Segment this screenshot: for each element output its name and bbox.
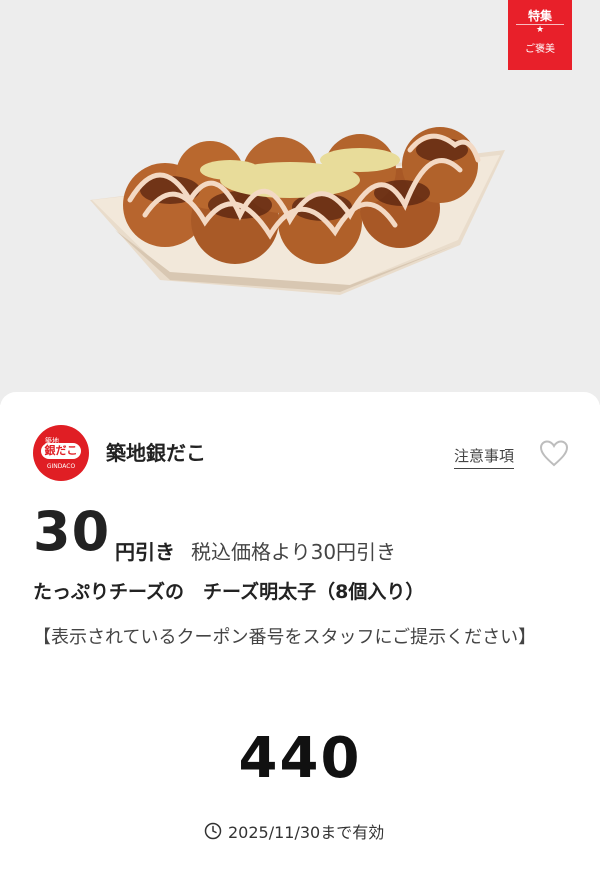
ribbon-top-label: 特集 — [527, 9, 552, 23]
store-name: 築地銀だこ — [106, 441, 206, 465]
discount-unit: 円引き — [115, 540, 175, 564]
star-icon: ★ — [535, 25, 545, 35]
ribbon-bottom-label: ご褒美 — [525, 44, 555, 55]
expiry: 2025/11/30まで有効 — [204, 819, 384, 843]
product-title: たっぷりチーズの チーズ明太子（8個入り） — [33, 581, 425, 603]
notes-link[interactable]: 注意事項 — [454, 445, 515, 469]
feature-ribbon: 特集 ★ ご褒美 — [508, 0, 572, 70]
store-logo: 築地 銀だこ GINDACO — [33, 425, 89, 481]
logo-en: GINDACO — [46, 463, 76, 470]
discount-amount: 30 — [33, 500, 111, 563]
hero-image: 特集 ★ ご褒美 — [0, 0, 600, 405]
coupon-code: 440 — [238, 726, 362, 791]
instructions-text: 【表示されているクーポン番号をスタッフにご提示ください】 — [33, 627, 537, 648]
logo-mark: 銀だこ — [41, 443, 81, 459]
discount-description: 税込価格より30円引き — [191, 540, 397, 564]
heart-icon[interactable] — [538, 438, 570, 468]
clock-icon — [204, 822, 222, 840]
expiry-text: 2025/11/30まで有効 — [228, 823, 385, 842]
